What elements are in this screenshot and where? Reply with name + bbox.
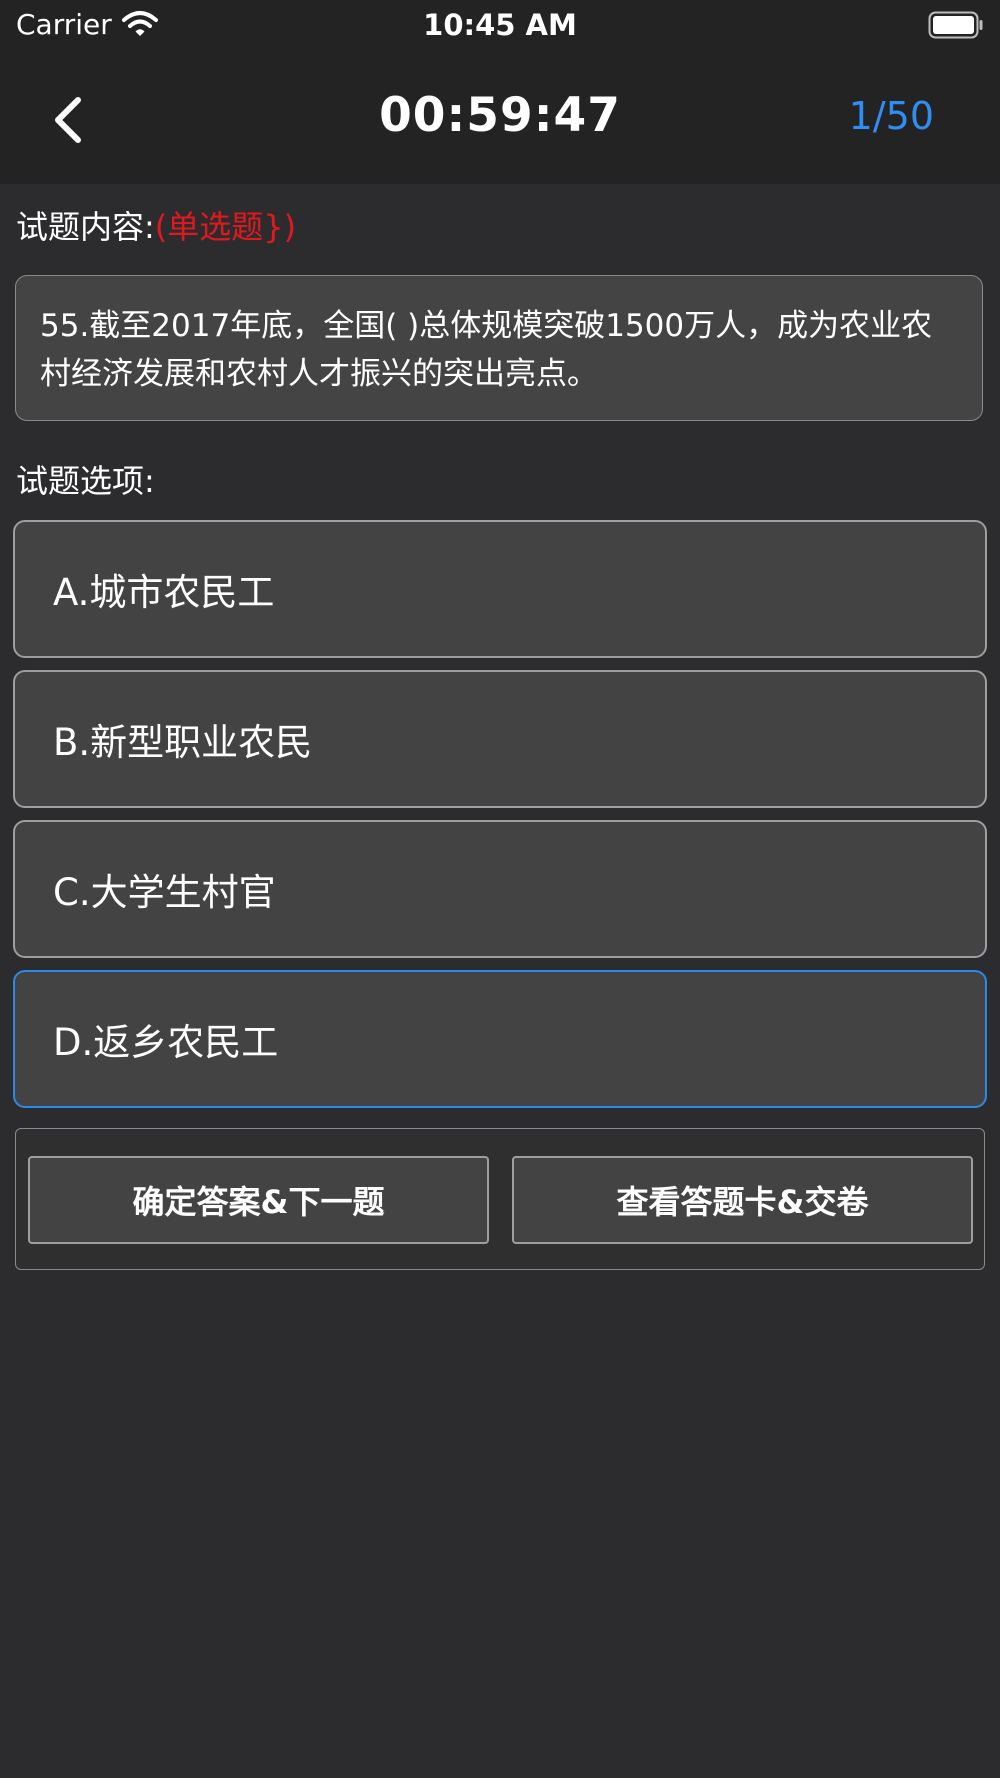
option-label: C.大学生村官 <box>53 871 276 914</box>
question-text: 55.截至2017年底，全国( )总体规模突破1500万人，成为农业农村经济发展… <box>40 308 933 392</box>
option-b[interactable]: B.新型职业农民 <box>13 670 987 808</box>
question-progress[interactable]: 1/50 <box>849 94 934 138</box>
option-label: B.新型职业农民 <box>53 721 313 764</box>
option-d[interactable]: D.返乡农民工 <box>13 970 987 1108</box>
answer-card-submit-button[interactable]: 查看答题卡&交卷 <box>512 1156 973 1244</box>
content-label-text: 试题内容: <box>16 208 155 246</box>
option-a[interactable]: A.城市农民工 <box>13 520 987 658</box>
option-label: D.返乡农民工 <box>53 1021 279 1064</box>
battery-icon <box>928 11 983 39</box>
option-c[interactable]: C.大学生村官 <box>13 820 987 958</box>
option-label: A.城市农民工 <box>53 571 275 614</box>
action-panel: 确定答案&下一题 查看答题卡&交卷 <box>15 1128 985 1270</box>
question-content-label: 试题内容:(单选题}) <box>16 202 296 248</box>
nav-bar: 00:59:47 1/50 <box>0 50 1000 184</box>
status-bar: Carrier 10:45 AM <box>0 0 1000 50</box>
question-type-label: (单选题}) <box>154 208 297 246</box>
question-text-box: 55.截至2017年底，全国( )总体规模突破1500万人，成为农业农村经济发展… <box>15 275 983 421</box>
options-label: 试题选项: <box>16 462 155 500</box>
confirm-next-button[interactable]: 确定答案&下一题 <box>28 1156 489 1244</box>
status-time: 10:45 AM <box>423 8 577 42</box>
